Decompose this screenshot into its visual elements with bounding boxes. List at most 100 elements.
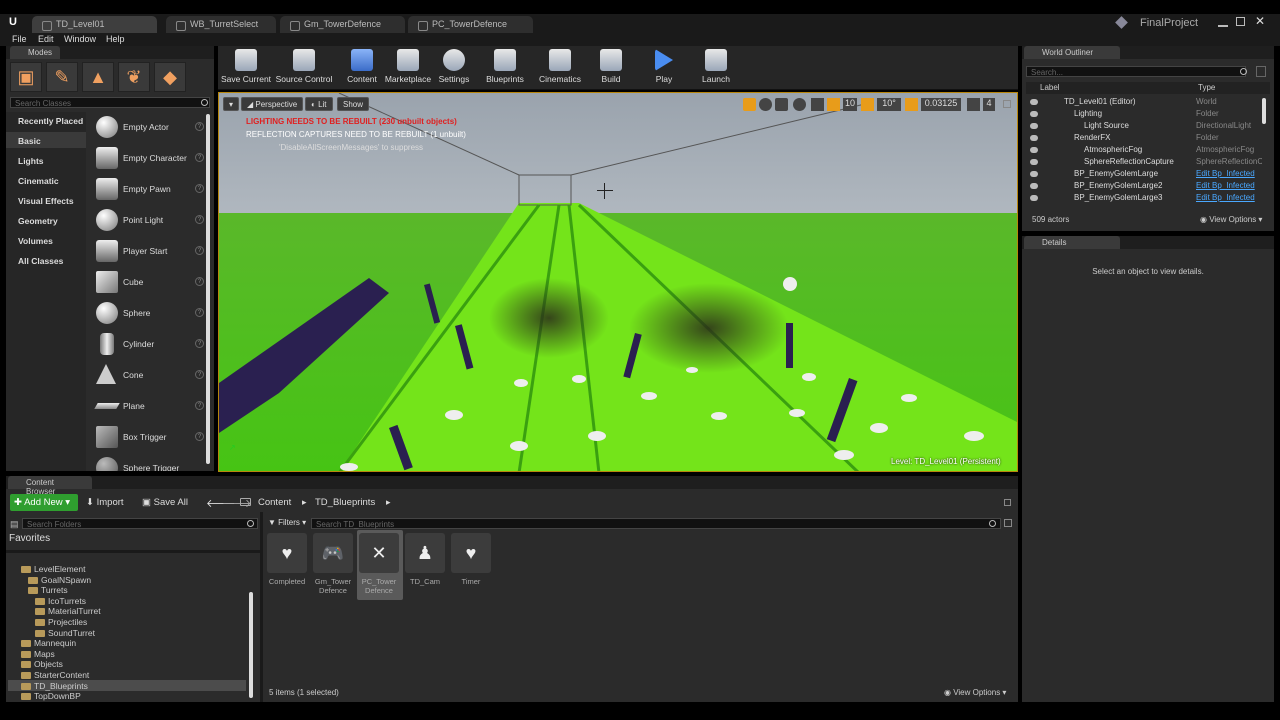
category-volumes[interactable]: Volumes	[18, 236, 53, 246]
folder-tree-item[interactable]: Maps	[21, 649, 55, 659]
mode-paint-icon[interactable]: ✎	[46, 62, 78, 92]
minimize-icon[interactable]	[1218, 17, 1228, 27]
category-all-classes[interactable]: All Classes	[18, 256, 63, 266]
import-button[interactable]: ⬇ Import	[86, 494, 124, 508]
tab-widget[interactable]: WB_TurretSelect	[166, 16, 276, 33]
menu-help[interactable]: Help	[106, 34, 125, 44]
modes-scrollbar[interactable]	[206, 114, 210, 464]
asset-tile[interactable]: ♥ Completed	[266, 533, 308, 586]
translate-tool-icon[interactable]	[743, 98, 756, 111]
save-current-button[interactable]: Save Current	[220, 49, 272, 87]
rotate-tool-icon[interactable]	[759, 98, 772, 111]
angle-snap-value[interactable]: 10°	[877, 98, 901, 111]
camera-speed-icon[interactable]	[967, 98, 980, 111]
outliner-row[interactable]: BP_EnemyGolemLarge3 Edit Bp_Infected	[1030, 193, 1270, 205]
assets-view-options-button[interactable]: ◉ View Options ▾	[944, 688, 1006, 697]
place-item-cube[interactable]: Cube?	[94, 269, 210, 297]
tab-gamemode[interactable]: Gm_TowerDefence	[280, 16, 405, 33]
world-outliner-tab[interactable]: World Outliner	[1024, 46, 1120, 59]
place-item-empty-actor[interactable]: Empty Actor?	[94, 114, 210, 142]
visibility-eye-icon[interactable]	[1030, 99, 1038, 105]
place-item-cylinder[interactable]: Cylinder?	[94, 331, 210, 359]
place-item-plane[interactable]: Plane?	[94, 393, 210, 421]
search-folders-input[interactable]: Search Folders	[22, 518, 258, 529]
perspective-button[interactable]: ◢ Perspective	[241, 97, 304, 111]
cinematics-button[interactable]: Cinematics	[538, 49, 582, 87]
folder-tree-item[interactable]: IcoTurrets	[35, 596, 86, 606]
grid-snap-icon[interactable]	[827, 98, 840, 111]
category-visual-effects[interactable]: Visual Effects	[18, 196, 74, 206]
place-item-point-light[interactable]: Point Light?	[94, 207, 210, 235]
maximize-icon[interactable]	[1236, 17, 1245, 26]
outliner-view-options-button[interactable]: ◉ View Options ▾	[1200, 215, 1262, 224]
play-button[interactable]: Play	[650, 49, 678, 87]
level-viewport[interactable]: ▾ ◢ Perspective ◐ Lit Show LIGHTING NEED…	[218, 92, 1018, 472]
outliner-search-input[interactable]: Search...	[1026, 66, 1246, 77]
visibility-eye-icon[interactable]	[1030, 195, 1038, 201]
menu-window[interactable]: Window	[64, 34, 96, 44]
folder-tree-item[interactable]: TopDownBP	[21, 691, 81, 701]
angle-snap-icon[interactable]	[861, 98, 874, 111]
close-icon[interactable]: ✕	[1255, 14, 1265, 28]
save-all-button[interactable]: ▣ Save All	[142, 494, 188, 508]
menu-file[interactable]: File	[12, 34, 27, 44]
category-basic[interactable]: Basic	[18, 136, 41, 146]
tab-player-controller[interactable]: PC_TowerDefence	[408, 16, 533, 33]
visibility-eye-icon[interactable]	[1030, 183, 1038, 189]
place-item-sphere[interactable]: Sphere?	[94, 300, 210, 328]
show-button[interactable]: Show	[337, 97, 370, 111]
camera-speed-value[interactable]: 4	[983, 98, 995, 111]
add-new-button[interactable]: ✚ Add New ▾	[10, 494, 78, 511]
mode-foliage-icon[interactable]: ❦	[118, 62, 150, 92]
grid-snap-value[interactable]: 10	[843, 98, 857, 111]
modes-tab[interactable]: Modes	[10, 46, 61, 59]
visibility-eye-icon[interactable]	[1030, 171, 1038, 177]
category-recently-placed[interactable]: Recently Placed	[18, 116, 83, 126]
source-control-button[interactable]: Source Control	[274, 49, 334, 87]
edit-blueprint-link[interactable]: Edit Bp_Infected	[1196, 181, 1262, 190]
folder-tree-scrollbar[interactable]	[249, 592, 253, 698]
maximize-viewport-icon[interactable]	[1003, 100, 1011, 108]
folder-tree-item[interactable]: MaterialTurret	[35, 606, 101, 616]
visibility-eye-icon[interactable]	[1030, 135, 1038, 141]
search-classes-input[interactable]: Search Classes	[10, 97, 210, 108]
outliner-row[interactable]: TD_Level01 (Editor) World	[1030, 97, 1270, 109]
visibility-eye-icon[interactable]	[1030, 111, 1038, 117]
asset-tile[interactable]: ♟ TD_Cam	[404, 533, 446, 586]
details-tab[interactable]: Details	[1024, 236, 1120, 249]
tab-level[interactable]: TD_Level01	[32, 16, 157, 33]
content-browser-tab[interactable]: Content Browser	[8, 476, 92, 496]
tree-pane-divider[interactable]	[260, 512, 263, 702]
outliner-row[interactable]: Light Source DirectionalLight	[1030, 121, 1270, 133]
outliner-row[interactable]: Lighting Folder	[1030, 109, 1270, 121]
place-item-box-trigger[interactable]: Box Trigger?	[94, 424, 210, 452]
viewport-menu-button[interactable]: ▾	[223, 97, 240, 111]
folder-tree-item[interactable]: LevelElement	[21, 564, 86, 574]
settings-icon[interactable]	[1004, 519, 1012, 527]
folder-tree-item[interactable]: Projectiles	[35, 617, 87, 627]
scale-snap-icon[interactable]	[905, 98, 918, 111]
breadcrumb-td-blueprints[interactable]: TD_Blueprints	[315, 497, 375, 508]
toggle-sources-icon[interactable]: ▤	[10, 519, 19, 530]
column-label[interactable]: Label	[1040, 83, 1060, 92]
column-type[interactable]: Type	[1198, 83, 1215, 92]
scale-tool-icon[interactable]	[775, 98, 788, 111]
place-item-player-start[interactable]: Player Start?	[94, 238, 210, 266]
visibility-eye-icon[interactable]	[1030, 123, 1038, 129]
place-item-sphere-trigger[interactable]: Sphere Trigger	[94, 455, 210, 471]
folder-tree-item[interactable]: GoalNSpawn	[28, 575, 91, 585]
unreal-logo-icon[interactable]: U	[6, 16, 20, 30]
category-cinematic[interactable]: Cinematic	[18, 176, 59, 186]
visibility-eye-icon[interactable]	[1030, 147, 1038, 153]
build-button[interactable]: Build	[596, 49, 626, 87]
settings-button[interactable]: Settings	[436, 49, 472, 87]
folder-tree-item[interactable]: SoundTurret	[35, 628, 95, 638]
surface-snap-icon[interactable]	[811, 98, 824, 111]
marketplace-button[interactable]: Marketplace	[384, 49, 432, 87]
launch-button[interactable]: Launch	[700, 49, 732, 87]
filters-button[interactable]: ▼ Filters ▾	[268, 518, 306, 527]
category-geometry[interactable]: Geometry	[18, 216, 58, 226]
mode-landscape-icon[interactable]: ▲	[82, 62, 114, 92]
place-item-cone[interactable]: Cone?	[94, 362, 210, 390]
outliner-row[interactable]: BP_EnemyGolemLarge2 Edit Bp_Infected	[1030, 181, 1270, 193]
